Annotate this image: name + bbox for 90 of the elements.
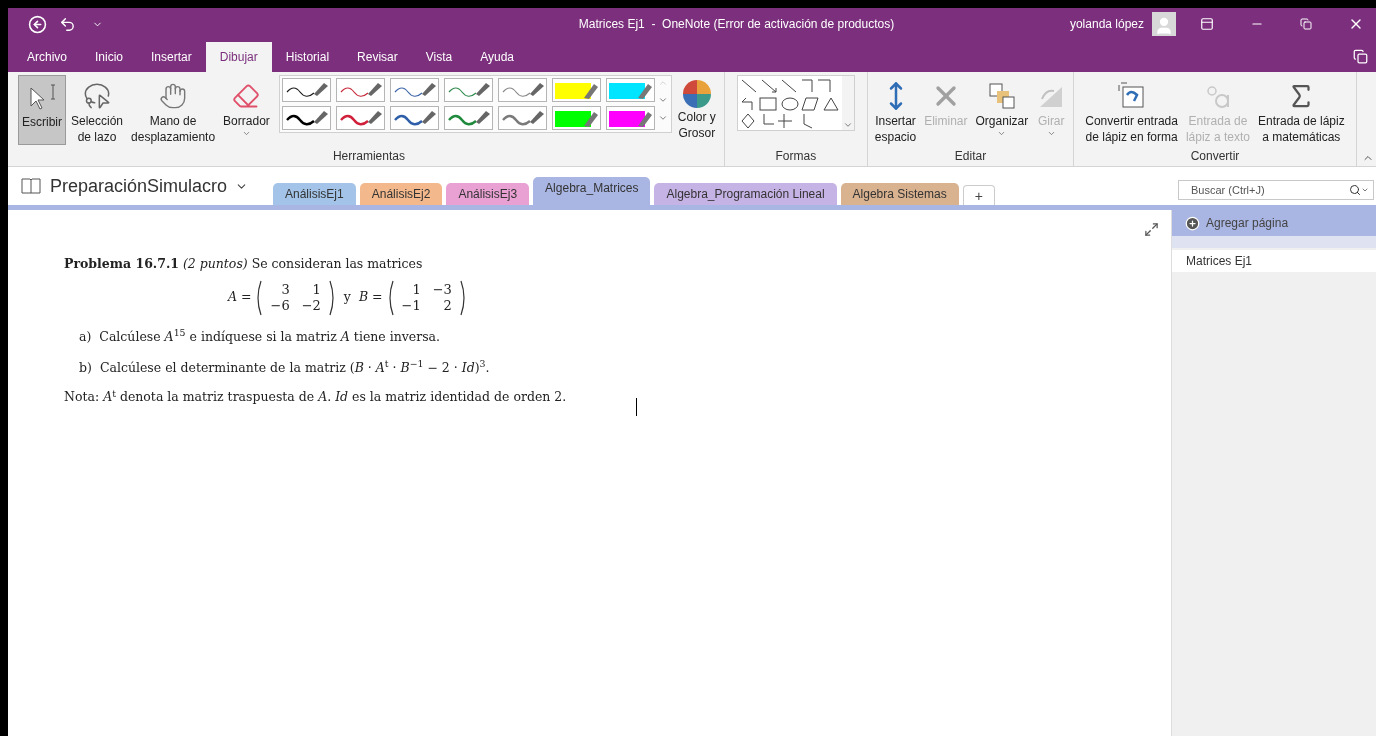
section-tab[interactable]: AnálisisEj3 xyxy=(446,183,530,205)
color-wheel-icon xyxy=(681,79,712,109)
lasso-icon xyxy=(83,82,112,110)
caret-icon xyxy=(1361,186,1369,194)
menu-tab[interactable]: Historial xyxy=(271,42,344,72)
question-text: Calcúlese A$^{15}$ e indíquese si la matriz A tiene inversa. xyxy=(99,327,441,346)
group-label: Herramientas xyxy=(331,149,406,164)
highlighter-icon xyxy=(607,80,653,100)
pen-button[interactable] xyxy=(281,106,331,130)
color-thickness-button[interactable]: Color y Grosor xyxy=(673,75,720,141)
matrix-entry: −2 xyxy=(301,297,321,314)
menu-tab[interactable]: Insertar xyxy=(137,42,206,72)
notebook-name[interactable]: PreparaciónSimulacro xyxy=(50,172,228,200)
matrix-entry: 2 xyxy=(442,297,452,314)
restore-icon[interactable] xyxy=(1300,18,1312,30)
menu-tab[interactable]: Inicio xyxy=(81,42,138,72)
window-title: Matrices Ej1 - OneNote (Error de activación de productos) xyxy=(577,16,895,33)
matrix-entry: 1 xyxy=(311,281,321,298)
section-tab[interactable]: Algebra Sistemas xyxy=(840,183,959,205)
menu-tab[interactable]: Ayuda xyxy=(466,42,529,72)
pen-icon xyxy=(283,108,329,128)
matrix-entry: −1 xyxy=(401,297,421,314)
ink-to-shape-icon xyxy=(1116,81,1147,111)
menu-tab[interactable]: Revisar xyxy=(343,42,412,72)
search-field[interactable]: Buscar (Ctrl+J) xyxy=(1178,180,1374,200)
pen-icon xyxy=(391,108,437,128)
expand-icon[interactable] xyxy=(1144,222,1159,237)
ribbon-button[interactable]: Mano de desplazamiento xyxy=(128,75,219,145)
matrix-entry: 1 xyxy=(411,281,421,298)
pen-icon xyxy=(337,108,383,128)
section-tab[interactable]: AnálisisEj2 xyxy=(359,183,443,205)
pen-button[interactable] xyxy=(389,106,439,130)
matrix-label: B = xyxy=(358,288,383,307)
hand-icon xyxy=(159,82,188,110)
more-icon[interactable] xyxy=(657,113,668,123)
menu-tab[interactable]: Vista xyxy=(411,42,467,72)
notebook-icon xyxy=(20,177,42,195)
conjunction: y xyxy=(343,288,351,307)
question-text: Calcúlese el determinante de la matriz (B · A$^{t}$ · B$^{−1}$ − 2 · Id)$^{3}$. xyxy=(99,358,490,377)
matrix-entry: 3 xyxy=(280,281,290,298)
ribbon-button[interactable]: Selección de lazo xyxy=(68,75,127,145)
ribbon-button[interactable]: Borrador xyxy=(220,75,273,145)
eraser-icon xyxy=(232,82,261,110)
pointer-cursor-icon xyxy=(27,82,57,112)
menu-tab[interactable]: Archivo xyxy=(13,42,81,72)
matrix-label: A = xyxy=(228,288,252,307)
ribbon-display-icon[interactable] xyxy=(1200,17,1214,31)
user-name: yolanda lópez xyxy=(1069,16,1144,33)
matrix-entry: −6 xyxy=(270,297,290,314)
section-tab[interactable]: Algebra_Matrices xyxy=(533,177,651,205)
menu-tab[interactable]: Dibujar xyxy=(205,42,272,72)
item-marker: b) xyxy=(79,358,92,377)
highlighter-icon xyxy=(553,108,599,128)
pen-icon xyxy=(445,108,491,128)
highlighter-button[interactable] xyxy=(605,78,655,102)
highlighter-button[interactable] xyxy=(551,106,601,130)
right-bracket-icon xyxy=(328,279,336,316)
group-label: Convertir xyxy=(1189,149,1241,164)
highlighter-icon xyxy=(607,108,653,128)
group-label: Editar xyxy=(953,149,988,164)
ribbon-button[interactable]: Convertir entrada de lápiz en forma xyxy=(1082,75,1181,145)
section-tab[interactable]: Algebra_Programación Lineal xyxy=(654,183,837,205)
item-marker: a) xyxy=(79,327,92,346)
search-icon xyxy=(1349,184,1361,196)
avatar-icon xyxy=(1152,12,1176,36)
ribbon-button[interactable]: Organizar xyxy=(972,75,1032,145)
left-bracket-icon xyxy=(386,279,394,316)
highlighter-button[interactable] xyxy=(605,106,655,130)
back-icon[interactable] xyxy=(28,14,47,34)
right-bracket-icon xyxy=(459,279,467,316)
group-label: Formas xyxy=(774,149,818,164)
pen-icon xyxy=(499,108,545,128)
matrix-entry: −3 xyxy=(432,281,452,298)
arrange-icon xyxy=(986,81,1017,111)
note-text: Nota: A$^{t}$ denota la matriz traspuesta de A. Id es la matriz identidad de orden 2. xyxy=(64,388,568,407)
problem-statement: Problema 16.7.1 (2 puntos) Se consideran las matrices xyxy=(64,255,424,273)
window-icon[interactable] xyxy=(1353,49,1368,64)
highlighter-icon xyxy=(553,80,599,100)
scroll-down-icon[interactable] xyxy=(657,95,668,105)
highlighter-button[interactable] xyxy=(551,78,601,102)
undo-icon[interactable] xyxy=(59,15,76,33)
ribbon-button[interactable]: Insertar espacio xyxy=(871,75,920,145)
add-icon xyxy=(1185,215,1200,231)
ribbon-button[interactable]: Escribir xyxy=(18,75,66,145)
page-item[interactable]: Matrices Ej1 xyxy=(1172,250,1376,272)
add-page-button[interactable]: Agregar página xyxy=(1172,210,1376,236)
ribbon-button[interactable]: Entrada de lápiz a matemáticas xyxy=(1255,75,1348,145)
text-cursor xyxy=(636,398,637,416)
section-tab[interactable]: AnálisisEj1 xyxy=(273,183,356,205)
left-bracket-icon xyxy=(255,279,263,316)
